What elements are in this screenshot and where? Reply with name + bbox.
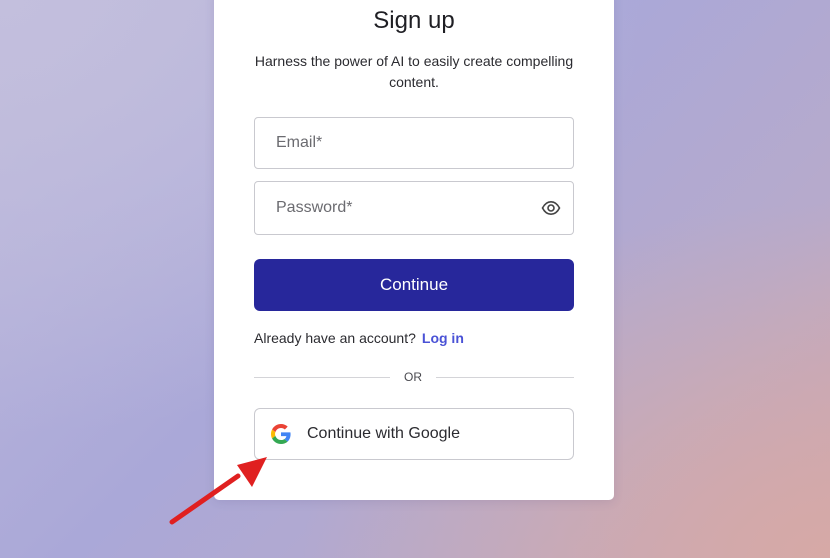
divider-line-right — [436, 377, 574, 378]
eye-icon[interactable] — [541, 198, 561, 218]
continue-button[interactable]: Continue — [254, 259, 574, 311]
email-input[interactable] — [276, 118, 526, 168]
page-subtitle: Harness the power of AI to easily create… — [254, 53, 574, 90]
or-divider-text: OR — [404, 370, 422, 384]
signup-card: Sign up Harness the power of AI to easil… — [214, 0, 614, 500]
password-field — [254, 181, 574, 235]
login-prompt-text: Already have an account? — [254, 330, 416, 346]
divider-line-left — [254, 377, 390, 378]
continue-with-google-button[interactable]: Continue with Google — [254, 408, 574, 460]
page-title: Sign up — [373, 7, 455, 34]
google-button-label: Continue with Google — [307, 425, 460, 442]
login-prompt-row: Already have an account? Log in — [254, 329, 464, 347]
login-link[interactable]: Log in — [422, 330, 464, 346]
google-icon — [271, 424, 291, 444]
email-field — [254, 117, 574, 169]
password-input[interactable] — [276, 182, 526, 234]
